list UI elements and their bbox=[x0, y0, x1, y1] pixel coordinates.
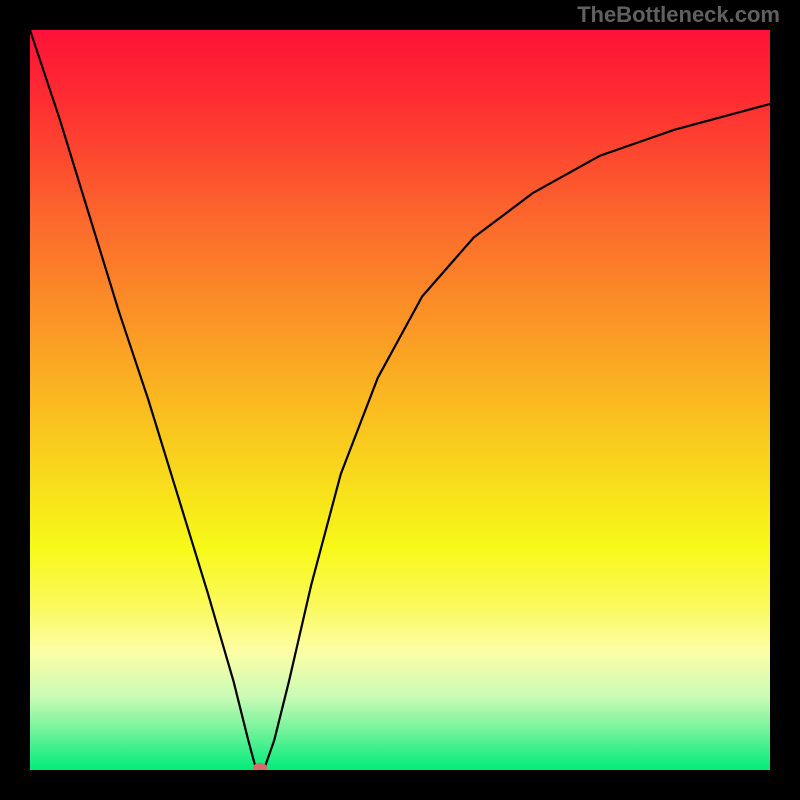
chart-svg bbox=[30, 30, 770, 770]
plot-area bbox=[30, 30, 770, 770]
gradient-background bbox=[30, 30, 770, 770]
watermark-text: TheBottleneck.com bbox=[577, 2, 780, 28]
